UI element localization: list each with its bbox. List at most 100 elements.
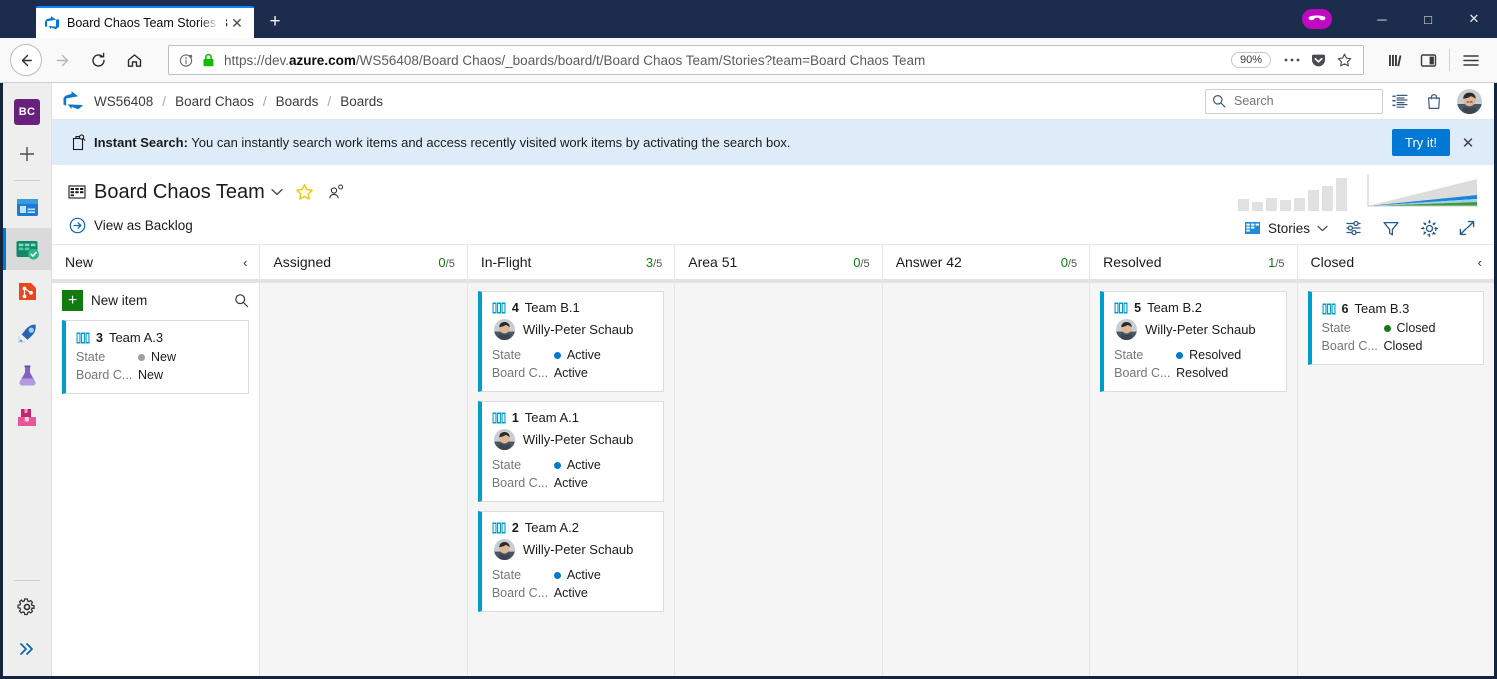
close-banner-icon[interactable]: ✕ xyxy=(1454,129,1482,157)
padlock-icon[interactable] xyxy=(197,53,219,68)
close-window-button[interactable]: ✕ xyxy=(1451,0,1497,38)
column-count-value: 0 xyxy=(1060,254,1068,270)
avatar xyxy=(493,429,515,450)
column-name: Resolved xyxy=(1103,254,1162,270)
card-field: State Active xyxy=(492,566,653,584)
card-id: 1 xyxy=(511,410,519,425)
global-search[interactable] xyxy=(1205,88,1397,114)
back-arrow-icon[interactable] xyxy=(10,44,42,76)
gear-icon[interactable] xyxy=(1416,216,1442,240)
board-column-area-51: Area 51 0/5 xyxy=(674,245,882,676)
board-column-new: New ‹ + New item 3 Team A.3 State New Board C… xyxy=(52,245,260,676)
browser-tab[interactable]: Board Chaos Team Stories Board ✕ xyxy=(36,6,254,38)
sidebar-item-pipelines[interactable] xyxy=(3,312,52,354)
column-name: Assigned xyxy=(273,254,332,270)
card-field-value: Active xyxy=(553,476,588,490)
new-item-label: New item xyxy=(91,293,148,308)
page-info-icon[interactable] xyxy=(175,53,197,68)
board-card[interactable]: 1 Team A.1 Willy-Peter Schaub State Activ… xyxy=(477,401,665,502)
zoom-level-indicator[interactable]: 90% xyxy=(1230,52,1271,68)
chevron-down-icon[interactable] xyxy=(271,188,283,196)
board-card[interactable]: 2 Team A.2 Willy-Peter Schaub State Activ… xyxy=(477,511,665,612)
card-field: State New xyxy=(76,348,238,366)
banner-message: You can instantly search work items and … xyxy=(187,135,791,150)
star-outline-icon[interactable] xyxy=(1331,47,1357,73)
close-tab-icon[interactable]: ✕ xyxy=(228,14,246,32)
instant-search-banner: Instant Search: You can instantly search… xyxy=(52,120,1494,165)
home-icon[interactable] xyxy=(118,44,150,76)
card-field-value: Active xyxy=(553,366,588,380)
ellipsis-icon[interactable] xyxy=(1279,47,1305,73)
filter-funnel-icon[interactable] xyxy=(1378,216,1404,240)
board-level-label: Stories xyxy=(1267,220,1310,236)
minimize-button[interactable]: ─ xyxy=(1359,0,1405,38)
breadcrumb-project[interactable]: Board Chaos xyxy=(175,94,254,109)
sidebar-item-repos[interactable] xyxy=(3,270,52,312)
card-title-row: 2 Team A.2 xyxy=(492,520,653,535)
card-field-value: New xyxy=(138,368,164,382)
url-bar[interactable]: https://dev.azure.com/WS56408/Board Chao… xyxy=(168,45,1364,75)
browser-titlebar: Board Chaos Team Stories Board ✕ + ─ □ ✕ xyxy=(0,0,1497,38)
breadcrumb-organization[interactable]: WS56408 xyxy=(94,94,153,109)
search-input[interactable] xyxy=(1232,93,1397,109)
card-field-value: Active xyxy=(566,348,601,362)
hamburger-menu-icon[interactable] xyxy=(1455,44,1487,76)
assignee-name: Willy-Peter Schaub xyxy=(522,322,634,337)
window-controls: ─ □ ✕ xyxy=(1359,0,1497,38)
sidebar-item-new[interactable] xyxy=(3,133,52,175)
board-column-answer-42: Answer 42 0/5 xyxy=(881,245,1090,676)
sidebar-item-overview[interactable] xyxy=(3,186,52,228)
sidebar-item-artifacts[interactable] xyxy=(3,396,52,438)
new-tab-button[interactable]: + xyxy=(260,7,290,37)
shopping-bag-icon[interactable] xyxy=(1417,86,1451,116)
azure-devops-logo[interactable] xyxy=(62,90,84,112)
board-card[interactable]: 4 Team B.1 Willy-Peter Schaub State Activ… xyxy=(477,291,665,392)
sidebar-item-project-settings[interactable] xyxy=(3,586,52,628)
card-field-label: State xyxy=(491,348,522,362)
board-column-in-flight: In-Flight 3/5 4 Team B.1 Willy-Peter Sch… xyxy=(466,245,675,676)
try-it-button[interactable]: Try it! xyxy=(1391,129,1450,156)
card-field-label: State xyxy=(1114,348,1144,362)
card-title-row: 4 Team B.1 xyxy=(492,300,653,315)
board-card[interactable]: 5 Team B.2 Willy-Peter Schaub State Resol… xyxy=(1100,291,1287,392)
cumulative-flow-diagram[interactable] xyxy=(1362,173,1480,211)
sidebar-divider xyxy=(14,180,40,181)
board-level-selector[interactable]: Stories xyxy=(1244,221,1328,236)
sidebar-item-boards[interactable] xyxy=(3,228,52,270)
column-count-value: 0 xyxy=(853,254,861,270)
work-items-icon[interactable] xyxy=(1383,86,1417,116)
card-field-label: State xyxy=(76,350,106,364)
private-mask-icon[interactable] xyxy=(1302,9,1332,29)
breadcrumb-page[interactable]: Boards xyxy=(340,94,383,109)
url-bar-actions xyxy=(1279,47,1357,73)
reload-icon[interactable] xyxy=(82,44,114,76)
velocity-sparkline[interactable] xyxy=(1238,177,1350,211)
fullscreen-expand-icon[interactable] xyxy=(1454,216,1480,240)
sidebar-icon[interactable] xyxy=(1412,44,1444,76)
board-card[interactable]: 3 Team A.3 State New Board C... New xyxy=(62,320,250,394)
breadcrumb-hub[interactable]: Boards xyxy=(276,94,319,109)
column-header: Resolved 1/5 xyxy=(1090,245,1296,279)
search-icon[interactable] xyxy=(234,293,249,308)
sidebar-item-expand[interactable] xyxy=(3,628,52,670)
collapse-column-icon[interactable]: ‹ xyxy=(1478,255,1482,270)
maximize-button[interactable]: □ xyxy=(1405,0,1451,38)
board-card[interactable]: 6 Team B.3 State Closed Board C... Closed xyxy=(1307,291,1484,365)
new-item-button[interactable]: + New item xyxy=(62,290,148,311)
team-members-icon[interactable] xyxy=(328,184,345,200)
board-settings-sliders-icon[interactable] xyxy=(1340,216,1366,240)
column-name: Area 51 xyxy=(688,254,738,270)
favorite-star-icon[interactable] xyxy=(295,183,314,201)
card-field-label: Board C... xyxy=(1114,366,1171,380)
sidebar-item-project-avatar[interactable]: BC xyxy=(3,91,52,133)
azure-devops-favicon xyxy=(44,15,60,31)
pocket-icon[interactable] xyxy=(1305,47,1331,73)
library-icon[interactable] xyxy=(1380,44,1412,76)
card-field-value: Closed xyxy=(1383,339,1423,353)
card-title: Team A.1 xyxy=(524,410,579,425)
user-avatar[interactable] xyxy=(1457,88,1482,114)
sidebar-item-test-plans[interactable] xyxy=(3,354,52,396)
avatar xyxy=(493,539,515,560)
breadcrumb-separator: / xyxy=(162,93,167,109)
collapse-column-icon[interactable]: ‹ xyxy=(243,255,247,270)
